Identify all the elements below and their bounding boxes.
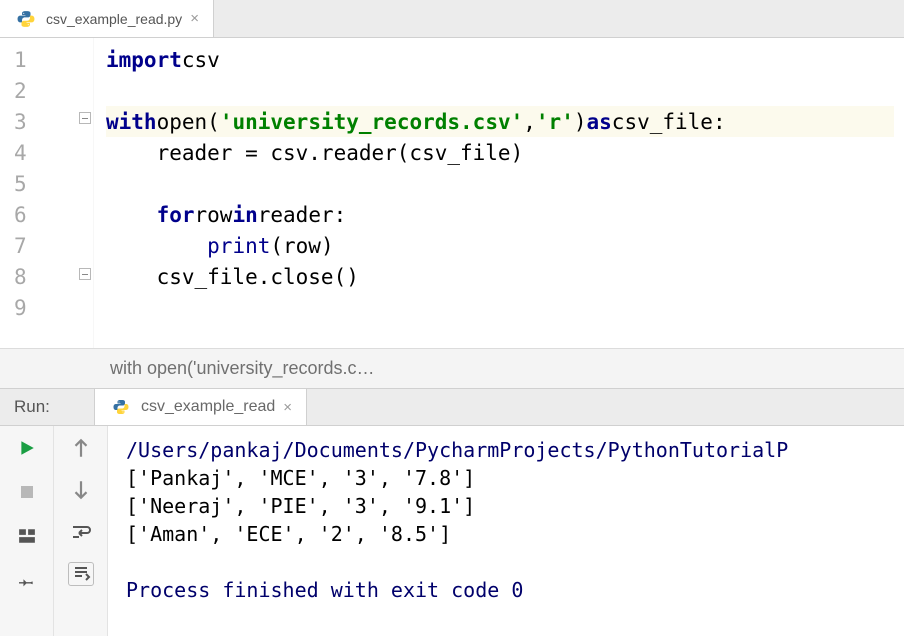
layout-icon[interactable] xyxy=(15,524,39,548)
run-config-tab[interactable]: csv_example_read × xyxy=(94,389,307,425)
string-literal: 'r' xyxy=(536,110,574,134)
line-number: 6 xyxy=(0,199,93,230)
keyword: import xyxy=(106,48,182,72)
line-number: 7 xyxy=(0,230,93,261)
exit-message: Process finished with exit code 0 xyxy=(126,578,523,602)
run-toolbar: Run: csv_example_read × xyxy=(0,388,904,426)
code-line xyxy=(106,168,894,199)
console-output[interactable]: /Users/pankaj/Documents/PycharmProjects/… xyxy=(108,426,904,636)
console-nav-column xyxy=(54,426,108,636)
variable: csv_file: xyxy=(612,110,726,134)
interpreter-path: /Users/pankaj/Documents/PycharmProjects/… xyxy=(126,438,788,462)
string-literal: 'university_records.csv' xyxy=(220,110,523,134)
code-area[interactable]: import csv with open('university_records… xyxy=(94,38,904,348)
console-row: ['Neeraj', 'PIE', '3', '9.1'] xyxy=(126,494,475,518)
run-panel-label: Run: xyxy=(0,389,94,425)
code-line: print(row) xyxy=(106,230,894,261)
code-editor: 1 2 3 4 5 6 7 8 9 import csv with open('… xyxy=(0,38,904,348)
stop-icon[interactable] xyxy=(15,480,39,504)
line-number: 4 xyxy=(0,137,93,168)
scroll-to-end-icon[interactable] xyxy=(68,562,94,586)
python-file-icon xyxy=(109,395,133,419)
breadcrumb-bar: with open('university_records.c… xyxy=(0,348,904,388)
keyword: in xyxy=(232,203,257,227)
run-config-name: csv_example_read xyxy=(141,398,275,416)
breadcrumb-text[interactable]: with open('university_records.c… xyxy=(110,358,375,379)
python-file-icon xyxy=(14,7,38,31)
code-line: import csv xyxy=(106,44,894,75)
line-number: 2 xyxy=(0,75,93,106)
editor-tab-label: csv_example_read.py xyxy=(46,11,182,27)
arrow-down-icon[interactable] xyxy=(69,478,93,502)
code-line: csv_file.close() xyxy=(106,261,894,292)
code-line: for row in reader: xyxy=(106,199,894,230)
line-number: 1 xyxy=(0,44,93,75)
keyword: as xyxy=(587,110,612,134)
run-actions-column xyxy=(0,426,54,636)
line-number: 9 xyxy=(0,292,93,323)
pin-icon[interactable] xyxy=(15,568,39,592)
code-line: reader = csv.reader(csv_file) xyxy=(106,137,894,168)
function-call: open xyxy=(157,110,208,134)
fold-end-icon[interactable] xyxy=(79,268,91,280)
line-number: 5 xyxy=(0,168,93,199)
editor-tabbar: csv_example_read.py × xyxy=(0,0,904,38)
play-icon[interactable] xyxy=(15,436,39,460)
close-icon[interactable]: × xyxy=(283,399,292,416)
console-row: ['Aman', 'ECE', '2', '8.5'] xyxy=(126,522,451,546)
soft-wrap-icon[interactable] xyxy=(69,520,93,544)
console-row: ['Pankaj', 'MCE', '3', '7.8'] xyxy=(126,466,475,490)
line-number-gutter: 1 2 3 4 5 6 7 8 9 xyxy=(0,38,94,348)
builtin-call: print xyxy=(207,234,270,258)
close-icon[interactable]: × xyxy=(190,10,199,27)
code-line xyxy=(106,292,894,323)
keyword: for xyxy=(157,203,195,227)
arrow-up-icon[interactable] xyxy=(69,436,93,460)
code-line-highlighted: with open('university_records.csv', 'r')… xyxy=(106,106,894,137)
editor-tab[interactable]: csv_example_read.py × xyxy=(0,0,214,37)
keyword: with xyxy=(106,110,157,134)
module-name: csv xyxy=(182,48,220,72)
code-line xyxy=(106,75,894,106)
run-console-panel: /Users/pankaj/Documents/PycharmProjects/… xyxy=(0,426,904,636)
fold-start-icon[interactable] xyxy=(79,112,91,124)
